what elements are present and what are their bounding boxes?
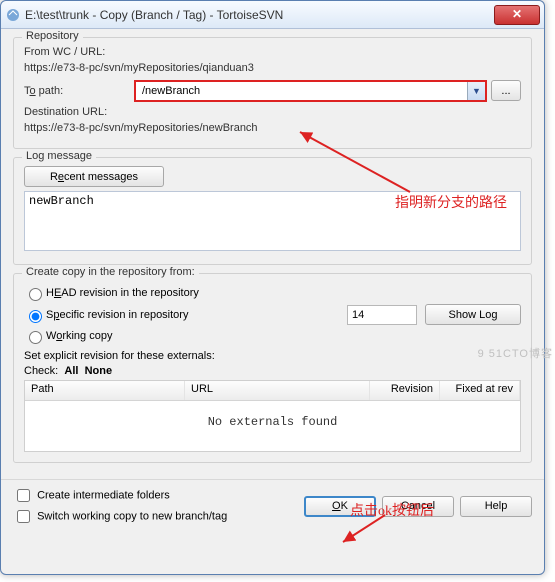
switch-wc-checkbox[interactable]	[17, 510, 30, 523]
working-copy-radio[interactable]	[29, 331, 42, 344]
to-path-combo[interactable]: ▼	[134, 80, 487, 102]
window-title: E:\test\trunk - Copy (Branch / Tag) - To…	[25, 8, 494, 22]
head-revision-label: HEAD revision in the repository	[46, 287, 199, 299]
to-path-input[interactable]	[136, 82, 467, 100]
repository-group: Repository From WC / URL: https://e73-8-…	[13, 37, 532, 149]
recent-messages-button[interactable]: Recent messages	[24, 166, 164, 187]
cancel-button[interactable]: Cancel	[382, 496, 454, 517]
th-revision[interactable]: Revision	[370, 381, 440, 400]
show-log-button[interactable]: Show Log	[425, 304, 521, 325]
opt-wc-row[interactable]: Working copy	[24, 328, 521, 344]
check-label: Check:	[24, 365, 58, 377]
help-button[interactable]: Help	[460, 496, 532, 517]
no-externals-text: No externals found	[25, 401, 520, 429]
externals-label: Set explicit revision for these external…	[24, 350, 521, 362]
create-intermediate-label: Create intermediate folders	[37, 489, 170, 501]
th-path[interactable]: Path	[25, 381, 185, 400]
opt-head-row[interactable]: HEAD revision in the repository	[24, 285, 521, 301]
cb-switch-row[interactable]: Switch working copy to new branch/tag	[13, 507, 304, 526]
head-revision-radio[interactable]	[29, 288, 42, 301]
check-none-link[interactable]: None	[85, 365, 113, 377]
app-icon	[5, 7, 21, 23]
specific-revision-radio[interactable]	[29, 310, 42, 323]
to-path-label: To path:	[24, 85, 134, 97]
create-from-group-label: Create copy in the repository from:	[22, 266, 199, 278]
dialog-body: Repository From WC / URL: https://e73-8-…	[1, 29, 544, 479]
close-icon: ✕	[512, 7, 522, 21]
close-button[interactable]: ✕	[494, 5, 540, 25]
check-all-link[interactable]: All	[64, 365, 78, 377]
log-group-label: Log message	[22, 150, 96, 162]
externals-check-row: Check: All None	[24, 365, 521, 377]
switch-wc-label: Switch working copy to new branch/tag	[37, 510, 227, 522]
titlebar[interactable]: E:\test\trunk - Copy (Branch / Tag) - To…	[1, 1, 544, 29]
th-fixed[interactable]: Fixed at rev	[440, 381, 520, 400]
create-intermediate-checkbox[interactable]	[17, 489, 30, 502]
from-label: From WC / URL:	[24, 46, 521, 58]
dest-url: https://e73-8-pc/svn/myRepositories/newB…	[24, 122, 521, 134]
cb-intermediate-row[interactable]: Create intermediate folders	[13, 486, 304, 505]
browse-button[interactable]: ...	[491, 80, 521, 101]
specific-revision-label: Specific revision in repository	[46, 309, 347, 321]
log-group: Log message Recent messages newBranch	[13, 157, 532, 265]
table-header: Path URL Revision Fixed at rev	[25, 381, 520, 401]
dialog-window: E:\test\trunk - Copy (Branch / Tag) - To…	[0, 0, 545, 575]
watermark-text: 9 51CTO博客	[478, 345, 553, 361]
to-path-dropdown-icon[interactable]: ▼	[467, 82, 485, 100]
create-from-group: Create copy in the repository from: HEAD…	[13, 273, 532, 463]
externals-table: Path URL Revision Fixed at rev No extern…	[24, 380, 521, 452]
ok-button[interactable]: OK	[304, 496, 376, 517]
dest-label: Destination URL:	[24, 106, 521, 118]
dialog-bottom: Create intermediate folders Switch worki…	[1, 479, 544, 532]
repository-group-label: Repository	[22, 30, 83, 42]
log-message-input[interactable]: newBranch	[24, 191, 521, 251]
revision-input[interactable]	[347, 305, 417, 325]
th-url[interactable]: URL	[185, 381, 370, 400]
working-copy-label: Working copy	[46, 330, 112, 342]
from-url: https://e73-8-pc/svn/myRepositories/qian…	[24, 62, 521, 74]
opt-spec-row[interactable]: Specific revision in repository Show Log	[24, 304, 521, 325]
